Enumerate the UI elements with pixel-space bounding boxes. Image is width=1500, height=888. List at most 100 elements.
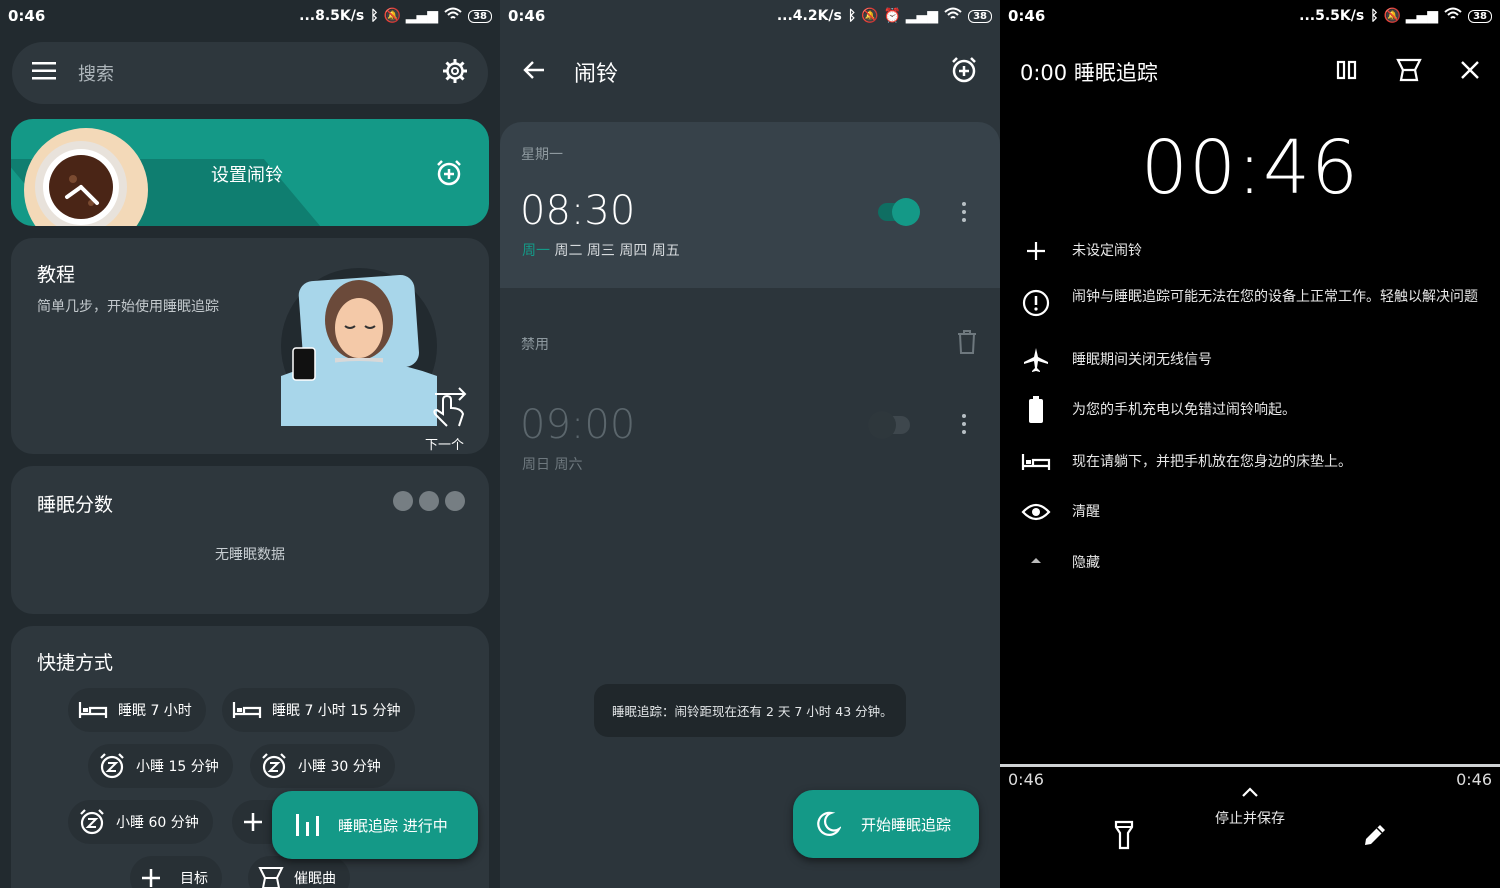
sleep-score-card[interactable]: 睡眠分数 无睡眠数据 — [11, 466, 489, 614]
bed-icon — [232, 702, 262, 718]
page-title: 闹铃 — [574, 62, 619, 87]
bed-icon — [78, 702, 108, 718]
alarm-days: 周日 周六 — [522, 457, 583, 473]
status-bar: 0:46 ...4.2K/s ᛒ 🔕 ⏰ ▂▄▆ 38 — [500, 0, 1000, 32]
network-speed: ...8.5K/s — [299, 8, 365, 24]
plus-icon — [244, 813, 262, 831]
gear-icon[interactable] — [442, 58, 468, 88]
row-awake[interactable]: 清醒 — [1000, 502, 1500, 522]
alarm-time[interactable]: 09:00 — [520, 402, 635, 448]
signal-icon: ᛒ 🔕 ⏰ ▂▄▆ — [847, 8, 939, 24]
search-placeholder[interactable]: 搜索 — [78, 60, 114, 86]
coffee-clock-icon — [24, 128, 148, 226]
shortcut-nap-15m[interactable]: 小睡 15 分钟 — [88, 744, 233, 788]
sleep-tracking-running-button[interactable]: 睡眠追踪 进行中 — [272, 791, 478, 859]
chevron-up-icon[interactable] — [1240, 784, 1260, 803]
timeline-start: 0:46 — [1008, 770, 1044, 789]
shortcuts-title: 快捷方式 — [37, 652, 114, 674]
lullaby-icon — [258, 867, 284, 888]
tutorial-title: 教程 — [37, 264, 76, 286]
trash-icon[interactable] — [957, 330, 977, 358]
shortcut-sleep-7h15m[interactable]: 睡眠 7 小时 15 分钟 — [222, 688, 415, 732]
add-alarm-icon[interactable] — [435, 159, 463, 191]
battery-indicator: 38 — [1468, 9, 1492, 23]
timeline-end: 0:46 — [1456, 770, 1492, 789]
shortcut-lullaby[interactable]: 催眠曲 — [248, 856, 350, 888]
eye-icon — [1000, 502, 1072, 522]
search-bar[interactable]: 搜索 — [12, 42, 488, 104]
alarm-toggle-off[interactable] — [868, 411, 910, 439]
toast-message: 睡眠追踪：闹铃距现在还有 2 天 7 小时 43 分钟。 — [594, 684, 906, 737]
menu-icon[interactable] — [32, 62, 56, 84]
row-battery[interactable]: 为您的手机充电以免错过闹铃响起。 — [1000, 396, 1500, 424]
status-time: 0:46 — [508, 7, 546, 25]
tracking-clock: 00:46 — [1140, 125, 1360, 211]
back-arrow-icon[interactable] — [522, 59, 546, 85]
loading-dots-icon — [393, 491, 465, 511]
row-hide[interactable]: 隐藏 — [1000, 555, 1500, 571]
wifi-icon — [1444, 7, 1462, 25]
airplane-icon — [1000, 346, 1072, 374]
alarm-toggle-on[interactable] — [878, 198, 920, 226]
home-screen: 0:46 ...8.5K/s ᛒ 🔕 ▂▄▆ 38 搜索 设置闹铃 教程 简单几… — [0, 0, 500, 888]
stop-and-save-button[interactable]: 停止并保存 — [1000, 808, 1500, 828]
wifi-icon — [944, 7, 962, 25]
battery-indicator: 38 — [468, 9, 492, 23]
shortcut-sleep-7h[interactable]: 睡眠 7 小时 — [68, 688, 206, 732]
more-options-icon[interactable] — [961, 202, 967, 222]
snooze-icon — [100, 753, 124, 779]
more-options-icon[interactable] — [961, 414, 967, 434]
network-speed: ...5.5K/s — [1299, 8, 1365, 24]
close-icon[interactable] — [1460, 60, 1480, 84]
bars-icon — [296, 814, 319, 836]
sleep-tracking-screen: 0:46 ...5.5K/s ᛒ 🔕 ▂▄▆ 38 0:00 睡眠追踪 00:4… — [1000, 0, 1500, 888]
status-time: 0:46 — [8, 7, 46, 25]
sleeping-person-illustration — [281, 268, 437, 426]
lullaby-icon[interactable] — [1396, 58, 1422, 86]
add-alarm-icon[interactable] — [950, 56, 978, 88]
tracking-header: 0:00 睡眠追踪 — [1000, 46, 1500, 98]
sleep-timeline — [1000, 764, 1500, 767]
bed-icon — [1000, 452, 1072, 472]
alarm-time[interactable]: 08:30 — [520, 188, 635, 234]
battery-icon — [1000, 396, 1072, 424]
set-alarm-label[interactable]: 设置闹铃 — [211, 161, 283, 187]
shortcut-goal[interactable]: 目标 — [130, 856, 222, 888]
row-no-alarm[interactable]: 未设定闹铃 — [1000, 240, 1500, 262]
shortcut-nap-60m[interactable]: 小睡 60 分钟 — [68, 800, 213, 844]
sleep-score-title: 睡眠分数 — [37, 494, 114, 516]
disabled-section-label: 禁用 — [521, 337, 549, 353]
shortcut-nap-30m[interactable]: 小睡 30 分钟 — [250, 744, 395, 788]
row-airplane[interactable]: 睡眠期间关闭无线信号 — [1000, 346, 1500, 374]
set-alarm-card[interactable]: 设置闹铃 — [11, 119, 489, 226]
pencil-icon[interactable] — [1362, 822, 1388, 852]
flashlight-icon[interactable] — [1114, 820, 1134, 854]
plus-icon — [1000, 240, 1072, 262]
no-data-text: 无睡眠数据 — [215, 547, 285, 563]
start-sleep-tracking-button[interactable]: 开始睡眠追踪 — [793, 790, 979, 858]
plus-icon — [142, 869, 160, 887]
snooze-icon — [80, 809, 104, 835]
network-speed: ...4.2K/s — [776, 8, 842, 24]
battery-indicator: 38 — [968, 9, 992, 23]
alarm-item-0830[interactable]: 星期一 08:30 周一 周二 周三 周四 周五 — [500, 122, 1000, 288]
status-time: 0:46 — [1008, 7, 1046, 25]
signal-icon: ᛒ 🔕 ▂▄▆ — [1370, 8, 1439, 24]
row-warning[interactable]: 闹钟与睡眠追踪可能无法在您的设备上正常工作。轻触以解决问题 — [1000, 289, 1500, 317]
alarms-screen: 0:46 ...4.2K/s ᛒ 🔕 ⏰ ▂▄▆ 38 闹铃 星期一 08:30… — [500, 0, 1000, 888]
tutorial-card[interactable]: 教程 简单几步，开始使用睡眠追踪 下一个 — [11, 238, 489, 454]
alarms-header: 闹铃 — [500, 46, 1000, 98]
triangle-up-icon — [1000, 555, 1072, 565]
warning-icon — [1000, 289, 1072, 317]
tracking-title: 0:00 睡眠追踪 — [1020, 61, 1158, 85]
pause-icon[interactable] — [1336, 60, 1358, 84]
alarm-item-0900[interactable]: 09:00 周日 周六 — [500, 380, 1000, 490]
snooze-icon — [262, 753, 286, 779]
alarm-group-label: 星期一 — [521, 147, 563, 163]
signal-icon: ᛒ 🔕 ▂▄▆ — [370, 8, 439, 24]
moon-icon — [817, 811, 841, 836]
alarm-days: 周一 周二 周三 周四 周五 — [522, 243, 680, 259]
row-bed[interactable]: 现在请躺下，并把手机放在您身边的床垫上。 — [1000, 452, 1500, 472]
tutorial-next-button[interactable]: 下一个 — [425, 434, 464, 453]
wifi-icon — [444, 7, 462, 25]
